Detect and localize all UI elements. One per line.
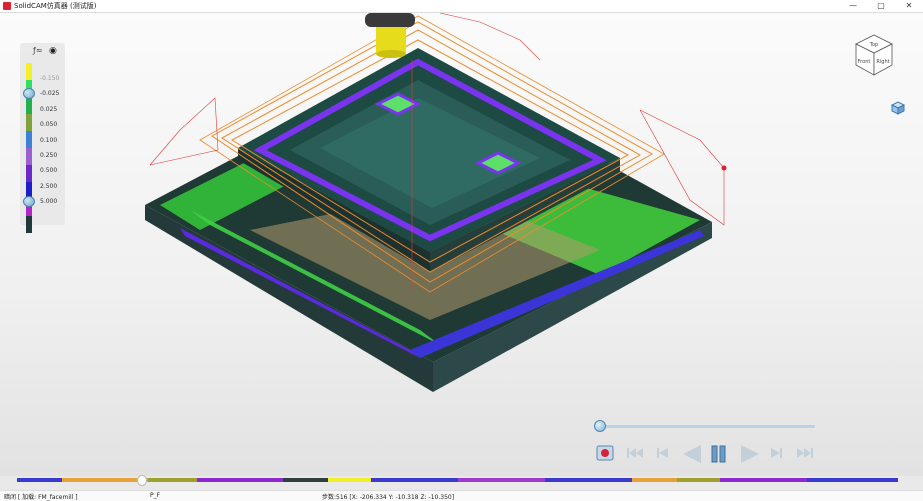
spindle-holder xyxy=(365,13,415,27)
legend-label: -0.025 xyxy=(40,90,60,97)
timeline-segment[interactable] xyxy=(719,478,807,482)
timeline-knob[interactable] xyxy=(137,475,148,486)
skip-to-start-icon xyxy=(627,448,643,458)
speed-slider-knob[interactable] xyxy=(594,420,606,432)
timeline-segment[interactable] xyxy=(676,478,720,482)
play-button[interactable] xyxy=(738,444,762,464)
rapid-moves-left xyxy=(149,97,219,166)
pause-icon xyxy=(711,445,726,463)
simulation-viewport[interactable]: ƒ≈ ◉ -0.150 -0.025 0.025 0.050 0.100 0.2… xyxy=(0,13,923,476)
record-button[interactable] xyxy=(595,444,615,462)
legend-label: 0.250 xyxy=(40,152,58,159)
legend-label: 0.050 xyxy=(40,121,58,128)
pause-button[interactable] xyxy=(710,444,728,464)
legend-color-segment xyxy=(26,165,32,182)
playback-controls xyxy=(590,418,825,468)
part-3d-scene[interactable] xyxy=(0,13,923,476)
tool-shank xyxy=(376,27,406,53)
window-controls: — ▢ ✕ xyxy=(839,0,923,12)
legend-color-segment xyxy=(26,63,32,80)
step-back-icon xyxy=(657,448,668,458)
timeline-segment[interactable] xyxy=(147,478,198,482)
legend-label: 0.025 xyxy=(40,106,58,113)
tool-tip xyxy=(376,50,406,58)
cube-face-front: Front xyxy=(858,59,871,65)
status-bar: 暗闭 [ 加载: FM_facemill ] P_F 步数:516 [X: -2… xyxy=(0,490,923,501)
view-cube[interactable]: Top Front Right xyxy=(852,33,896,77)
deviation-legend: ƒ≈ ◉ -0.150 -0.025 0.025 0.050 0.100 0.2… xyxy=(20,43,65,233)
deviation-icon[interactable]: ƒ≈ xyxy=(33,46,43,55)
reverse-button[interactable] xyxy=(680,444,704,464)
timeline-segment[interactable] xyxy=(457,478,546,482)
step-forward-icon xyxy=(771,448,782,458)
legend-color-segment xyxy=(26,97,32,114)
operation-timeline[interactable] xyxy=(17,478,906,482)
legend-label: -0.150 xyxy=(40,75,60,82)
maximize-button[interactable]: ▢ xyxy=(867,0,895,12)
timeline-segment[interactable] xyxy=(61,478,148,482)
first-button[interactable] xyxy=(625,444,645,462)
timeline-segment[interactable] xyxy=(282,478,329,482)
legend-label: 0.500 xyxy=(40,167,58,174)
cube-face-top: Top xyxy=(869,42,878,48)
timeline-segment[interactable] xyxy=(370,478,458,482)
legend-lower-knob[interactable] xyxy=(23,196,35,207)
previous-button[interactable] xyxy=(655,444,671,462)
timeline-segment[interactable] xyxy=(17,478,62,482)
legend-color-segment xyxy=(26,114,32,131)
view-cube-toggle-icon[interactable] xyxy=(891,101,905,115)
record-icon xyxy=(596,445,614,461)
play-reverse-icon xyxy=(683,445,701,463)
window-title: SolidCAM仿真器 (测试版) xyxy=(14,2,97,10)
next-button[interactable] xyxy=(768,444,784,462)
speed-slider-track[interactable] xyxy=(600,425,815,428)
legend-color-segment xyxy=(26,148,32,165)
cube-face-right: Right xyxy=(876,59,889,65)
timeline-segment[interactable] xyxy=(632,478,677,482)
timeline-segment[interactable] xyxy=(197,478,283,482)
legend-color-segment xyxy=(26,131,32,148)
skip-to-end-icon xyxy=(797,448,813,458)
close-button[interactable]: ✕ xyxy=(895,0,923,12)
legend-color-segment xyxy=(26,216,32,233)
play-icon xyxy=(741,445,759,463)
status-operation: P_F xyxy=(150,492,161,499)
timeline-segment[interactable] xyxy=(545,478,633,482)
timeline-segment[interactable] xyxy=(328,478,371,482)
last-button[interactable] xyxy=(795,444,815,462)
timeline-segment[interactable] xyxy=(806,478,898,482)
tool-position-marker xyxy=(721,165,727,171)
legend-label: 0.100 xyxy=(40,137,58,144)
legend-upper-knob[interactable] xyxy=(23,88,35,99)
eye-icon[interactable]: ◉ xyxy=(49,46,57,56)
title-bar: SolidCAM仿真器 (测试版) — ▢ ✕ xyxy=(0,0,923,13)
app-icon xyxy=(3,2,11,10)
legend-label: 5.000 xyxy=(40,198,58,205)
legend-label: 2.500 xyxy=(40,183,58,190)
minimize-button[interactable]: — xyxy=(839,0,867,12)
